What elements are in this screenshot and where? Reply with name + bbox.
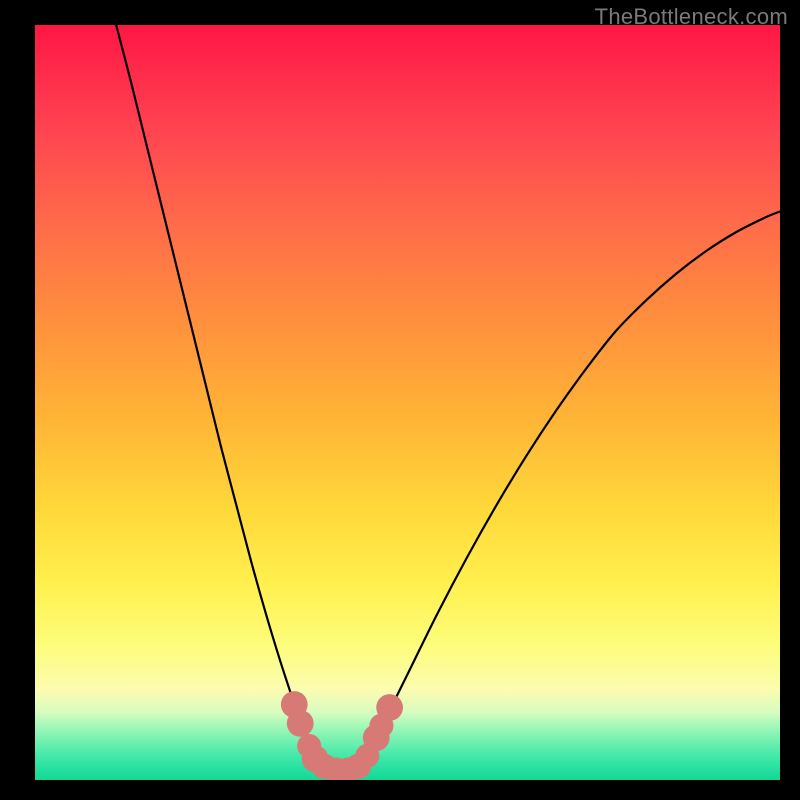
right-branch-curve: [345, 211, 780, 770]
data-marker: [376, 694, 403, 721]
chart-frame: TheBottleneck.com: [0, 0, 800, 800]
data-marker: [287, 710, 314, 737]
marker-group: [281, 691, 403, 780]
curve-layer: [35, 25, 780, 780]
bottleneck-plot: [35, 25, 780, 780]
left-branch-curve: [116, 25, 345, 771]
